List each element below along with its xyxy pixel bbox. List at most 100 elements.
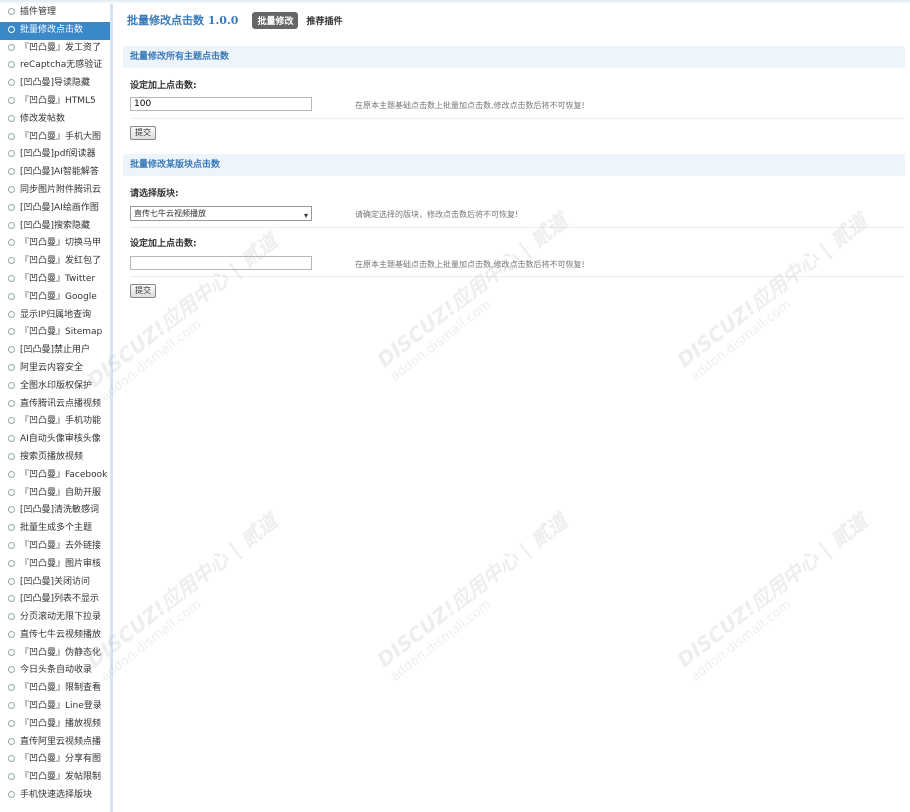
sidebar-item[interactable]: 修改发帖数 — [0, 111, 110, 129]
sidebar-item[interactable]: [凹凸曼]导读隐藏 — [0, 75, 110, 93]
sidebar-item[interactable]: 『凹凸曼』HTML5 — [0, 93, 110, 111]
sidebar-item[interactable]: 今日头条自动收录 — [0, 662, 110, 680]
main-content: 批量修改点击数 1.0.0 批量修改 推荐插件 批量修改所有主题点击数 设定加上… — [113, 4, 910, 812]
sidebar-item[interactable]: [凹凸曼]AI智能解答 — [0, 164, 110, 182]
sidebar-item[interactable]: 全图水印版权保护 — [0, 378, 110, 396]
sidebar-item[interactable]: 直传腾讯云点播视频 — [0, 396, 110, 414]
sidebar-item[interactable]: 『凹凸曼』发帖限制 — [0, 769, 110, 787]
bullet-icon — [8, 61, 15, 69]
bullet-icon — [8, 773, 15, 781]
sidebar-item[interactable]: 阿里云内容安全 — [0, 360, 110, 378]
divider — [130, 227, 905, 228]
sidebar-item-label: 『凹凸曼』分享有图 — [20, 754, 102, 765]
page-title: 批量修改点击数 1.0.0 — [127, 14, 239, 27]
sidebar-item-label: 直传阿里云视频点播 — [20, 736, 102, 747]
sidebar-item[interactable]: [凹凸曼]搜索隐藏 — [0, 218, 110, 236]
sidebar-item-label: 插件管理 — [20, 7, 57, 17]
sidebar-item-label: 『凹凸曼』图片审核 — [20, 558, 102, 569]
sidebar-item[interactable]: 『凹凸曼』手机功能 — [0, 413, 110, 431]
bullet-icon — [8, 328, 15, 336]
sidebar-item[interactable]: 『凹凸曼』发工资了 — [0, 40, 110, 58]
sidebar-item-label: 全图水印版权保护 — [20, 380, 93, 391]
bullet-icon — [8, 541, 15, 549]
sidebar-item[interactable]: [凹凸曼]清洗敏感词 — [0, 502, 110, 520]
sidebar-item[interactable]: 分页滚动无限下拉录 — [0, 609, 110, 627]
sidebar-item-label: 直传七牛云视频播放 — [20, 629, 102, 640]
bullet-icon — [8, 292, 15, 300]
forum-select[interactable]: 直传七牛云视频播放 ▾ — [130, 206, 312, 221]
bullet-icon — [8, 595, 15, 603]
bullet-icon — [8, 613, 15, 621]
sidebar-item[interactable]: 『凹凸曼』伪静态化 — [0, 645, 110, 663]
sidebar-item[interactable]: [凹凸曼]AI绘画作图 — [0, 200, 110, 218]
sidebar-item-label: 『凹凸曼』发红包了 — [20, 256, 102, 267]
forum-clicks-label: 设定加上点击数: — [130, 239, 197, 249]
sidebar-item[interactable]: [凹凸曼]pdf阅读器 — [0, 146, 110, 164]
sidebar-item-label: 『凹凸曼』去外链接 — [20, 540, 102, 551]
sidebar-item[interactable]: [凹凸曼]关闭访问 — [0, 574, 110, 592]
bullet-icon — [8, 719, 15, 727]
sidebar-item-label: 『凹凸曼』手机功能 — [20, 416, 102, 427]
sidebar-item-label: 『凹凸曼』自助开服 — [20, 487, 102, 498]
bullet-icon — [8, 257, 15, 265]
sidebar-item[interactable]: [凹凸曼]列表不显示 — [0, 591, 110, 609]
sidebar-item[interactable]: 『凹凸曼』Google — [0, 289, 110, 307]
sidebar-item[interactable]: 『凹凸曼』手机大图 — [0, 129, 110, 147]
tab-recommended-plugins[interactable]: 推荐插件 — [306, 14, 342, 27]
bullet-icon — [8, 524, 15, 532]
sidebar-item-label: 直传腾讯云点播视频 — [20, 398, 102, 409]
bullet-icon — [8, 310, 15, 318]
sidebar-item[interactable]: 『凹凸曼』发红包了 — [0, 253, 110, 271]
sidebar-item[interactable]: 『凹凸曼』去外链接 — [0, 538, 110, 556]
submit-forum-button[interactable]: 提交 — [130, 284, 156, 298]
sidebar-item[interactable]: 批量修改点击数 — [0, 21, 110, 40]
bullet-icon — [8, 43, 15, 51]
sidebar-item-label: 分页滚动无限下拉录 — [20, 612, 102, 623]
sidebar-item[interactable]: 『凹凸曼』Sitemap — [0, 324, 110, 342]
bullet-icon — [8, 737, 15, 745]
bullet-icon — [8, 8, 15, 15]
sidebar-item-label: 『凹凸曼』Twitter — [20, 273, 96, 284]
sidebar-item[interactable]: 手机快速选择版块 — [0, 787, 110, 805]
tab-batch-modify[interactable]: 批量修改 — [252, 11, 299, 29]
bullet-icon — [8, 470, 15, 478]
sidebar-item[interactable]: 直传七牛云视频播放 — [0, 627, 110, 645]
sidebar-item[interactable]: 搜索页播放视频 — [0, 449, 110, 467]
sidebar-item[interactable]: 同步图片附件腾讯云 — [0, 182, 110, 200]
sidebar-item[interactable]: AI自动头像审核头像 — [0, 431, 110, 449]
sidebar-item-label: 『凹凸曼』Line登录 — [20, 701, 102, 712]
sidebar-item[interactable]: 『凹凸曼』Line登录 — [0, 698, 110, 716]
sidebar-item[interactable]: 插件管理 — [0, 4, 110, 22]
bullet-icon — [8, 203, 15, 211]
bullet-icon — [8, 702, 15, 710]
sidebar-item[interactable]: 『凹凸曼』自助开服 — [0, 485, 110, 503]
sidebar-item[interactable]: reCaptcha无感验证 — [0, 57, 110, 75]
bullet-icon — [8, 577, 15, 585]
bullet-icon — [8, 79, 15, 87]
bullet-icon — [8, 755, 15, 763]
page-header: 批量修改点击数 1.0.0 批量修改 推荐插件 — [127, 11, 342, 29]
submit-all-button[interactable]: 提交 — [130, 126, 156, 140]
all-clicks-hint: 在原本主题基础点击数上批量加点击数,修改点击数后将不可恢复! — [355, 101, 585, 110]
sidebar-item[interactable]: 『凹凸曼』图片审核 — [0, 556, 110, 574]
sidebar-item[interactable]: 『凹凸曼』Facebook — [0, 467, 110, 485]
sidebar-item[interactable]: 『凹凸曼』限制查看 — [0, 680, 110, 698]
sidebar-item-label: 『凹凸曼』伪静态化 — [20, 647, 102, 658]
sidebar-item[interactable]: [凹凸曼]禁止用户 — [0, 342, 110, 360]
all-clicks-input[interactable] — [130, 97, 312, 111]
bullet-icon — [8, 417, 15, 425]
sidebar-item[interactable]: 『凹凸曼』切换马甲 — [0, 235, 110, 253]
sidebar-item[interactable]: 『凹凸曼』播放视频 — [0, 716, 110, 734]
sidebar-item[interactable]: 『凹凸曼』分享有图 — [0, 751, 110, 769]
sidebar-item[interactable]: 『凹凸曼』Twitter — [0, 271, 110, 289]
sidebar-item[interactable]: 直传阿里云视频点播 — [0, 734, 110, 752]
sidebar-item-label: 『凹凸曼』Google — [20, 291, 97, 302]
forum-clicks-input[interactable] — [130, 256, 312, 270]
sidebar-item-label: [凹凸曼]禁止用户 — [20, 345, 91, 356]
sidebar-item[interactable]: 显示IP归属地查询 — [0, 307, 110, 325]
sidebar-item-label: 『凹凸曼』HTML5 — [20, 95, 96, 106]
sidebar-item-label: 『凹凸曼』播放视频 — [20, 718, 102, 729]
sidebar-item[interactable]: 批量生成多个主题 — [0, 520, 110, 538]
forum-clicks-hint: 在原本主题基础点击数上批量加点击数,修改点击数后将不可恢复! — [355, 260, 585, 269]
bullet-icon — [8, 168, 15, 176]
